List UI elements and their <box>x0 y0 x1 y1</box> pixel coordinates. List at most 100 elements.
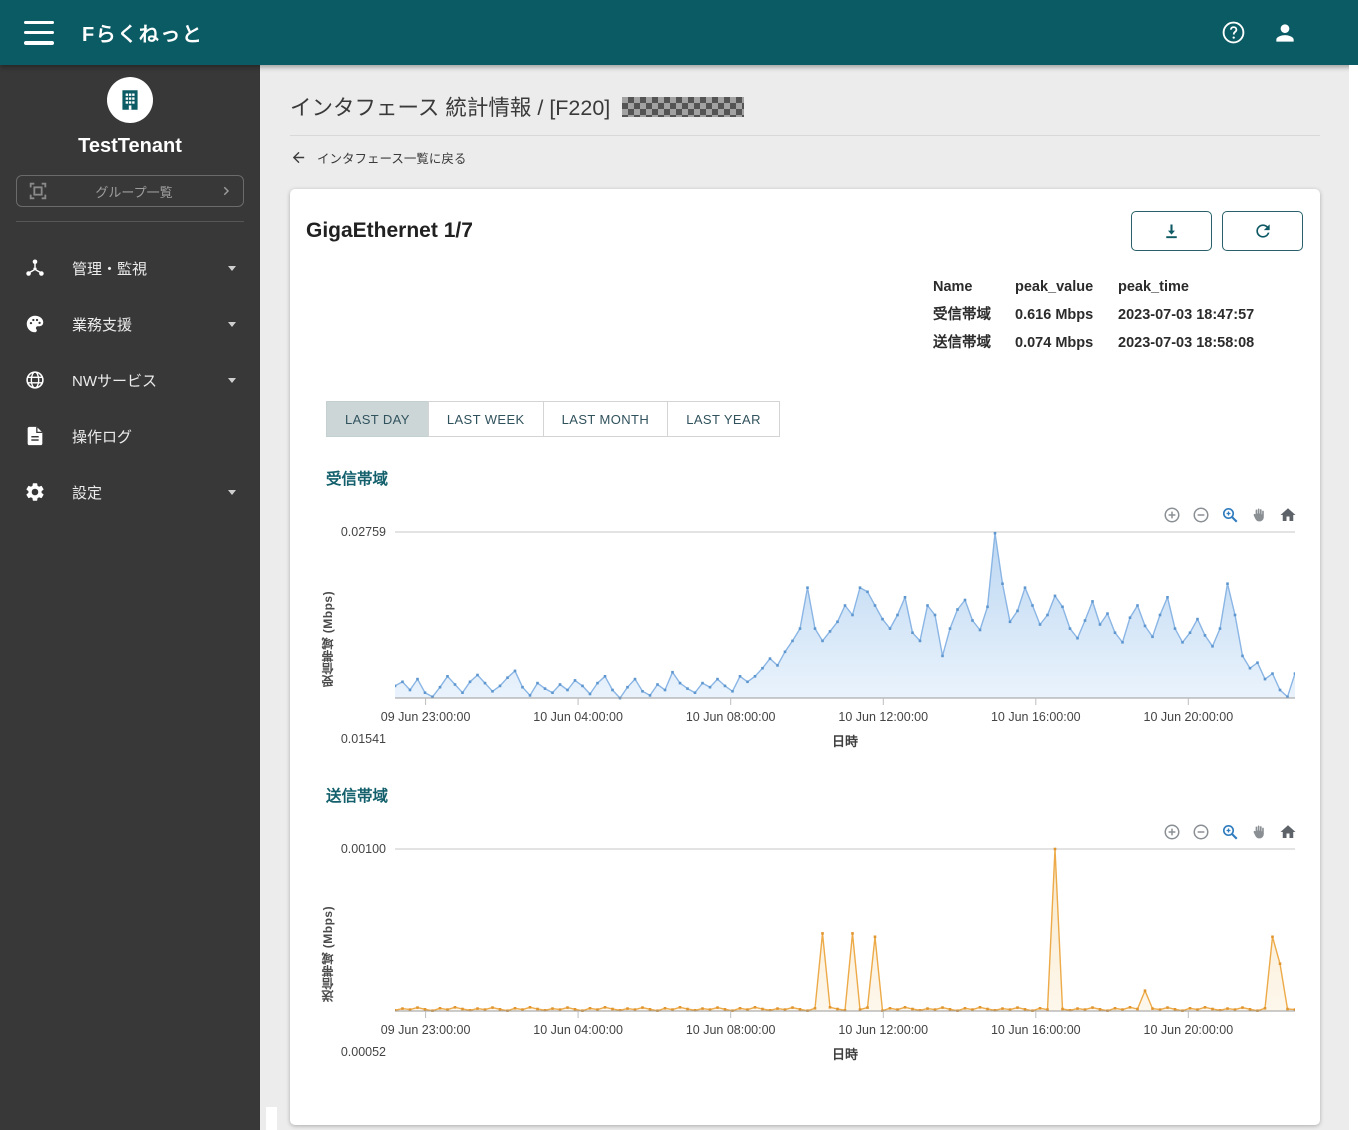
caret-down-icon <box>228 321 236 327</box>
peak-table-cell: 受信帯域 <box>933 307 991 323</box>
peak-table-header: peak_time <box>1118 279 1189 295</box>
x-tick-label: 10 Jun 04:00:00 <box>533 710 623 724</box>
x-tick-label: 10 Jun 08:00:00 <box>685 1023 776 1037</box>
x-tick-labels: 09 Jun 23:00:00 10 Jun 04:00:00 10 Jun 08:… <box>381 710 1295 727</box>
download-icon <box>1166 224 1177 238</box>
interface-name: GigaEthernet 1/7 <box>306 219 473 242</box>
x-tick-label: 09 Jun 23:00:00 <box>380 1023 471 1037</box>
arrow-back-icon <box>292 151 305 164</box>
box-zoom-icon[interactable] <box>1221 506 1239 524</box>
sidebar-item-label: NWサービス <box>72 372 157 390</box>
sidebar-divider <box>16 221 244 222</box>
home-icon[interactable] <box>1279 823 1297 841</box>
x-tick-label: 10 Jun 12:00:00 <box>838 1023 929 1037</box>
chevron-right-icon <box>223 186 230 196</box>
sidebar-item-label: 業務支援 <box>72 316 133 334</box>
page-title-text: インタフェース 統計情報 / [F220] <box>290 96 611 120</box>
hub-icon <box>26 259 44 276</box>
main-content: インタフェース 統計情報 / [F220] インタフェース一覧に戻る GigaE… <box>260 65 1358 1130</box>
sidebar: TestTenant グループ一覧 管理・監視 業務支援 NWサービス 操作ログ… <box>0 65 260 1130</box>
caret-down-icon <box>228 377 236 383</box>
group-list-label: グループ一覧 <box>95 184 173 200</box>
sidebar-item-sousa-log[interactable]: 操作ログ <box>0 408 260 464</box>
peak-table-cell: 0.074 Mbps <box>1015 335 1094 351</box>
box-zoom-icon[interactable] <box>1221 823 1239 841</box>
peak-table-cell: 0.616 Mbps <box>1015 307 1094 323</box>
zoom-out-icon[interactable] <box>1192 823 1210 841</box>
vertical-scrollbar-track[interactable] <box>1349 65 1358 1130</box>
zoom-in-icon[interactable] <box>1163 823 1181 841</box>
page-title: インタフェース 統計情報 / [F220] <box>290 91 1358 122</box>
peak-table: Name peak_value peak_time 受信帯域 0.616 Mbp… <box>933 273 1293 357</box>
x-tick-label: 09 Jun 23:00:00 <box>380 710 471 724</box>
tenant-avatar <box>107 77 153 123</box>
sidebar-item-label: 設定 <box>72 484 103 502</box>
gear-icon <box>26 483 44 501</box>
hamburger-menu-icon[interactable] <box>24 20 54 45</box>
group-icon <box>29 182 47 200</box>
x-tick-labels: 09 Jun 23:00:00 10 Jun 04:00:00 10 Jun 08:… <box>381 1023 1295 1040</box>
tab-last-week[interactable]: LAST WEEK <box>427 401 544 437</box>
transmit-chart-title: 送信帯域 <box>326 788 389 805</box>
x-tick-label: 10 Jun 12:00:00 <box>838 710 929 724</box>
x-tick-label: 10 Jun 16:00:00 <box>990 710 1081 724</box>
sidebar-item-label: 操作ログ <box>72 428 133 446</box>
refresh-icon <box>1255 224 1270 238</box>
group-list-button[interactable]: グループ一覧 <box>16 175 244 207</box>
sidebar-item-nw-service[interactable]: NWサービス <box>0 352 260 408</box>
back-to-interface-list-link[interactable]: インタフェース一覧に戻る <box>290 148 466 167</box>
x-tick-label: 10 Jun 20:00:00 <box>1143 710 1234 724</box>
peak-table-header: peak_value <box>1015 279 1094 295</box>
receive-chart-title: 受信帯域 <box>326 471 389 488</box>
redacted-device-name <box>622 96 745 117</box>
pan-icon[interactable] <box>1250 823 1268 841</box>
peak-table-cell: 2023-07-03 18:58:08 <box>1118 335 1255 351</box>
download-button[interactable] <box>1131 211 1212 251</box>
x-tick-label: 10 Jun 16:00:00 <box>990 1023 1081 1037</box>
statistics-card: GigaEthernet 1/7 Name peak_value peak_ti… <box>290 189 1320 1125</box>
transmit-chart-section: 送信帯域 0.00100 0.00052 送信帯域 (Mbps) 09 Jun … <box>290 784 1320 1063</box>
y-axis-title: 送信帯域 (Mbps) <box>321 905 335 1003</box>
x-tick-label: 10 Jun 08:00:00 <box>685 710 776 724</box>
pan-icon[interactable] <box>1250 506 1268 524</box>
receive-chart-canvas[interactable] <box>395 528 1295 707</box>
x-axis-title: 日時 <box>831 1047 858 1062</box>
zoom-out-icon[interactable] <box>1192 506 1210 524</box>
tab-last-day[interactable]: LAST DAY <box>326 401 429 437</box>
zoom-in-icon[interactable] <box>1163 506 1181 524</box>
y-tick-label: 0.00052 <box>340 1045 386 1059</box>
tab-last-year[interactable]: LAST YEAR <box>667 401 780 437</box>
sidebar-item-gyomu-shien[interactable]: 業務支援 <box>0 296 260 352</box>
user-icon[interactable] <box>1272 20 1298 46</box>
x-tick-label: 10 Jun 20:00:00 <box>1143 1023 1234 1037</box>
building-icon <box>122 90 138 110</box>
title-divider <box>290 135 1320 136</box>
chart-modebar <box>290 506 1297 524</box>
receive-chart-section: 受信帯域 0.02759 0.01541 受信帯域 (Mbps) 09 Jun … <box>290 467 1320 750</box>
transmit-chart-canvas[interactable] <box>395 845 1295 1020</box>
peak-table-cell: 2023-07-03 18:47:57 <box>1118 307 1255 323</box>
sidebar-item-label: 管理・監視 <box>72 260 148 278</box>
tenant-name: TestTenant <box>78 135 182 157</box>
refresh-button[interactable] <box>1222 211 1303 251</box>
help-icon[interactable] <box>1221 20 1246 45</box>
y-tick-label: 0.00100 <box>340 842 386 856</box>
y-tick-label: 0.01541 <box>340 732 386 746</box>
y-axis-title: 受信帯域 (Mbps) <box>321 590 335 688</box>
y-tick-label: 0.02759 <box>340 525 386 539</box>
back-link-label: インタフェース一覧に戻る <box>317 152 467 166</box>
peak-table-cell: 送信帯域 <box>933 335 991 351</box>
app-title: Fらくねっと <box>82 24 204 46</box>
scrollbar-thumb[interactable] <box>266 1107 277 1130</box>
chart-modebar <box>290 823 1297 841</box>
sidebar-item-kanri-kanshi[interactable]: 管理・監視 <box>0 240 260 296</box>
range-tabs: LAST DAY LAST WEEK LAST MONTH LAST YEAR <box>326 401 1320 437</box>
sidebar-item-settings[interactable]: 設定 <box>0 464 260 520</box>
x-axis-title: 日時 <box>831 734 858 749</box>
caret-down-icon <box>228 489 236 495</box>
tab-last-month[interactable]: LAST MONTH <box>542 401 669 437</box>
x-tick-label: 10 Jun 04:00:00 <box>533 1023 623 1037</box>
app-header: Fらくねっと <box>0 0 1358 65</box>
palette-icon <box>26 315 44 333</box>
home-icon[interactable] <box>1279 506 1297 524</box>
